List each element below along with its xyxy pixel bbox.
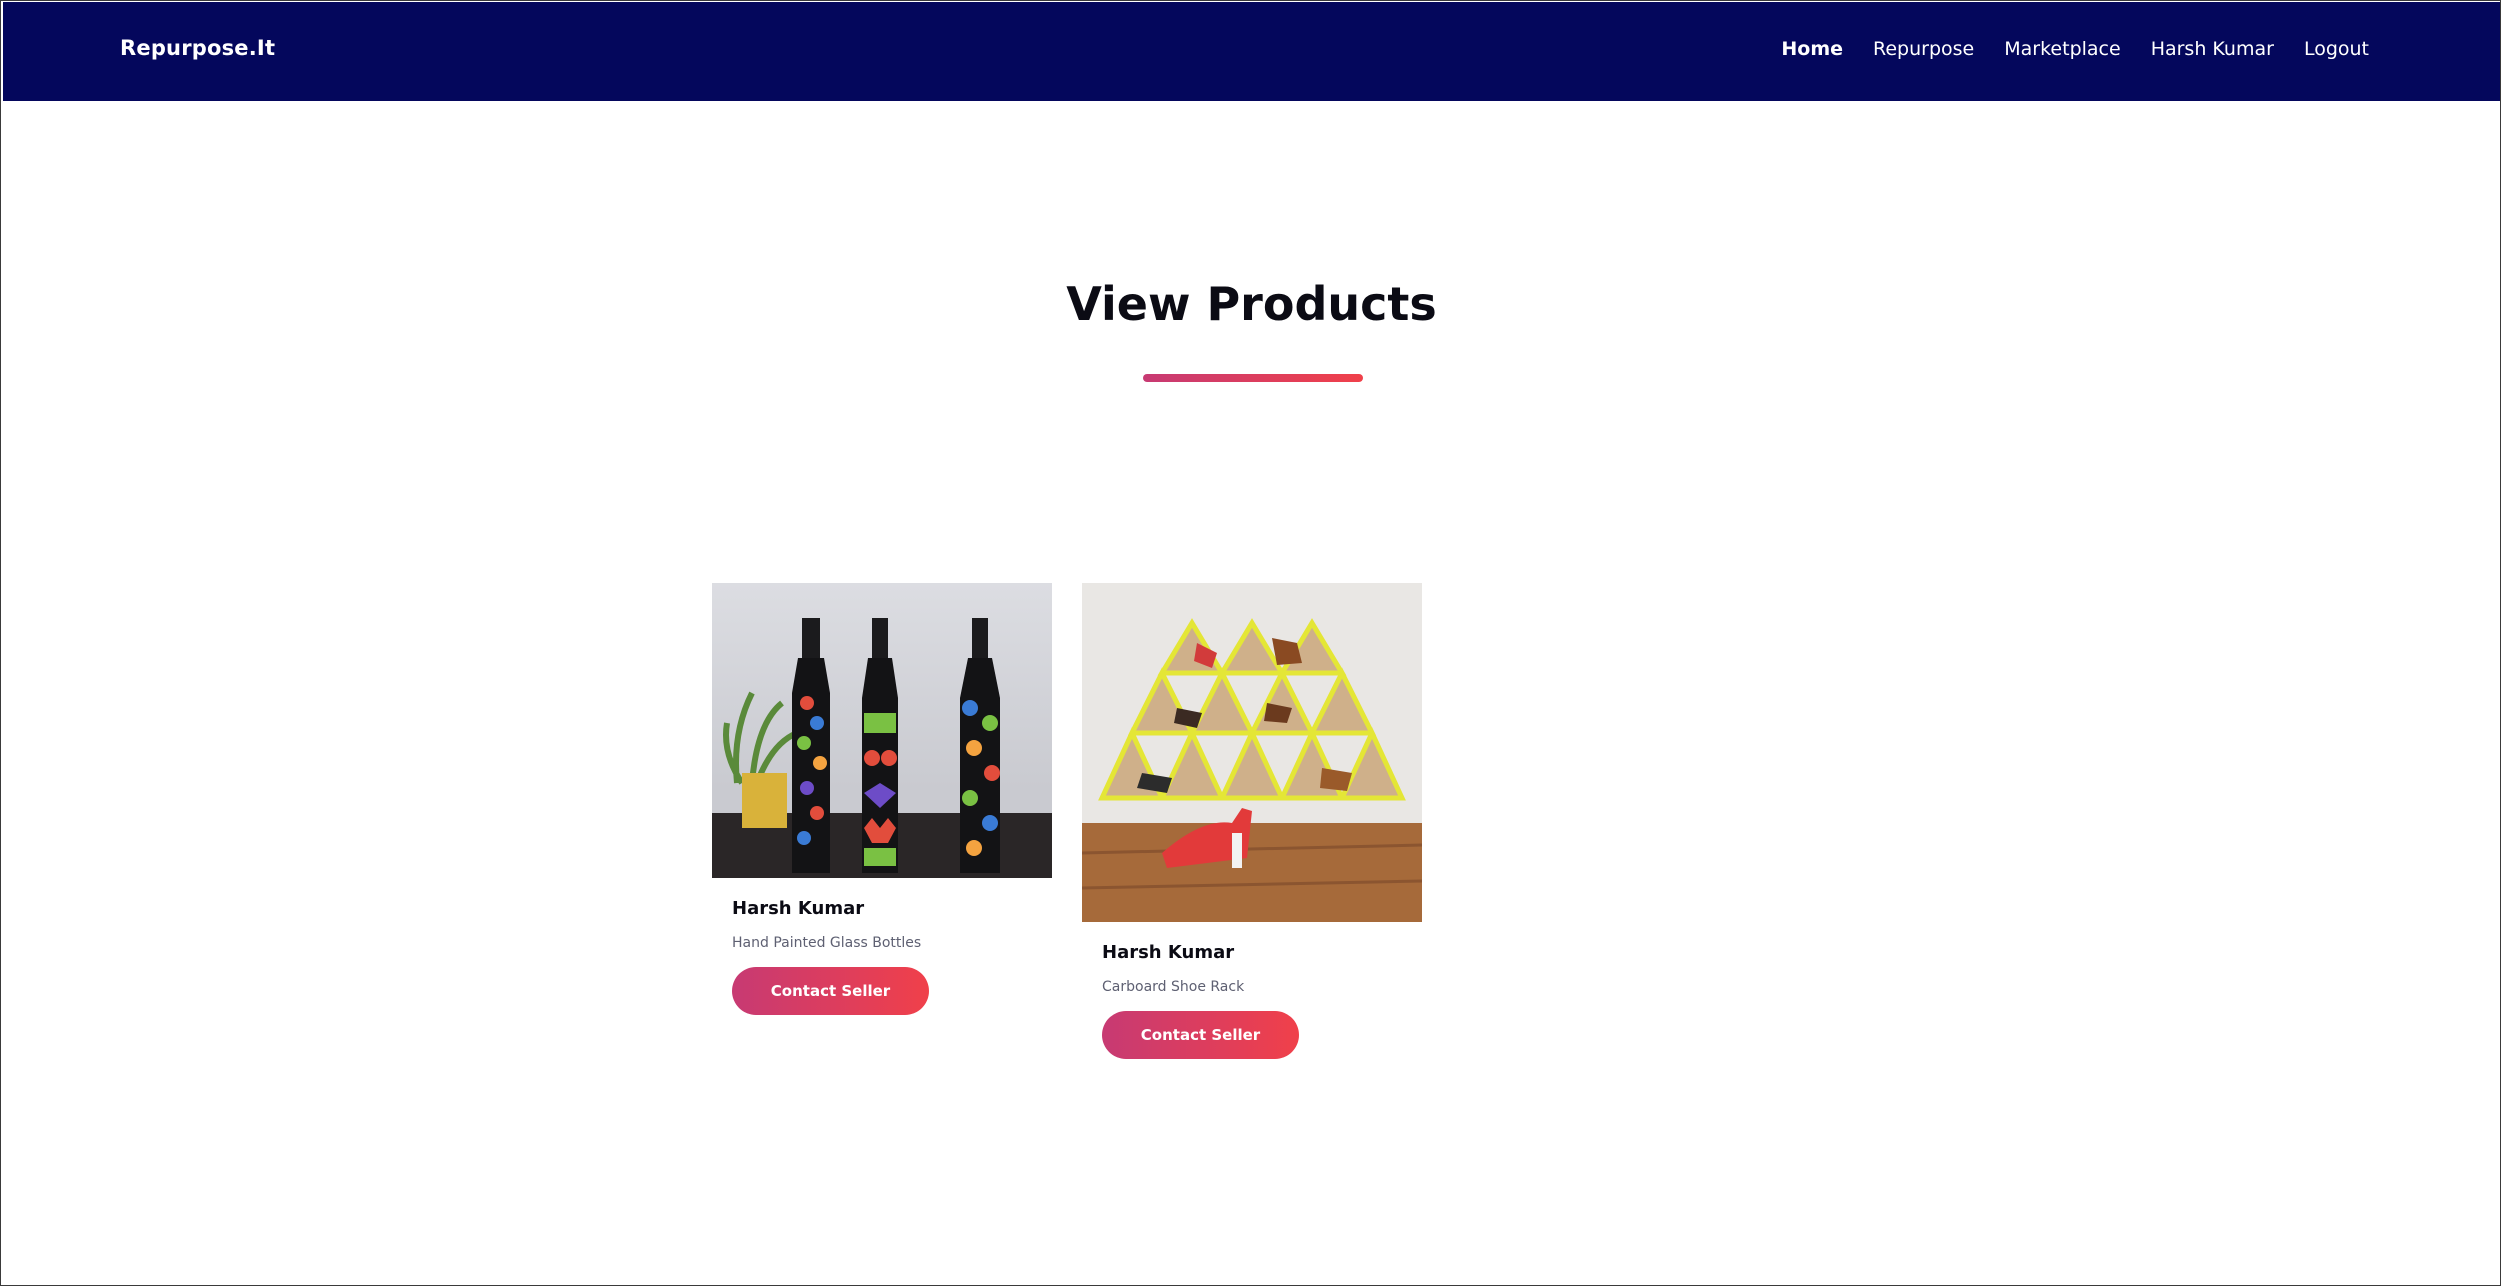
product-card: Harsh Kumar Hand Painted Glass Bottles C… <box>712 583 1052 1015</box>
nav-user-link[interactable]: Harsh Kumar <box>2151 38 2274 60</box>
nav-home-link[interactable]: Home <box>1781 38 1843 60</box>
nav-repurpose-link[interactable]: Repurpose <box>1873 38 1974 60</box>
contact-seller-button[interactable]: Contact Seller <box>1102 1011 1299 1059</box>
nav-marketplace-link[interactable]: Marketplace <box>2004 38 2120 60</box>
product-card-body: Harsh Kumar Hand Painted Glass Bottles C… <box>712 898 1052 1015</box>
contact-seller-button[interactable]: Contact Seller <box>732 967 929 1015</box>
seller-name: Harsh Kumar <box>732 898 865 919</box>
browser-viewport: Repurpose.It Home Repurpose Marketplace … <box>0 0 2501 1286</box>
shoe-rack-image[interactable] <box>1082 583 1422 922</box>
product-card: Harsh Kumar Carboard Shoe Rack Contact S… <box>1082 583 1422 1059</box>
product-card-body: Harsh Kumar Carboard Shoe Rack Contact S… <box>1082 942 1422 1059</box>
page-title: View Products <box>1066 277 1437 331</box>
product-name: Hand Painted Glass Bottles <box>732 935 922 951</box>
painted-bottles-image[interactable] <box>712 583 1052 878</box>
seller-name: Harsh Kumar <box>1102 942 1235 963</box>
title-underline <box>1143 374 1363 382</box>
product-name: Carboard Shoe Rack <box>1102 979 1245 995</box>
nav-logout-link[interactable]: Logout <box>2304 38 2369 60</box>
top-navbar: Repurpose.It Home Repurpose Marketplace … <box>3 2 2500 101</box>
nav-links: Home Repurpose Marketplace Harsh Kumar L… <box>1781 38 2369 60</box>
brand-logo[interactable]: Repurpose.It <box>120 36 275 60</box>
